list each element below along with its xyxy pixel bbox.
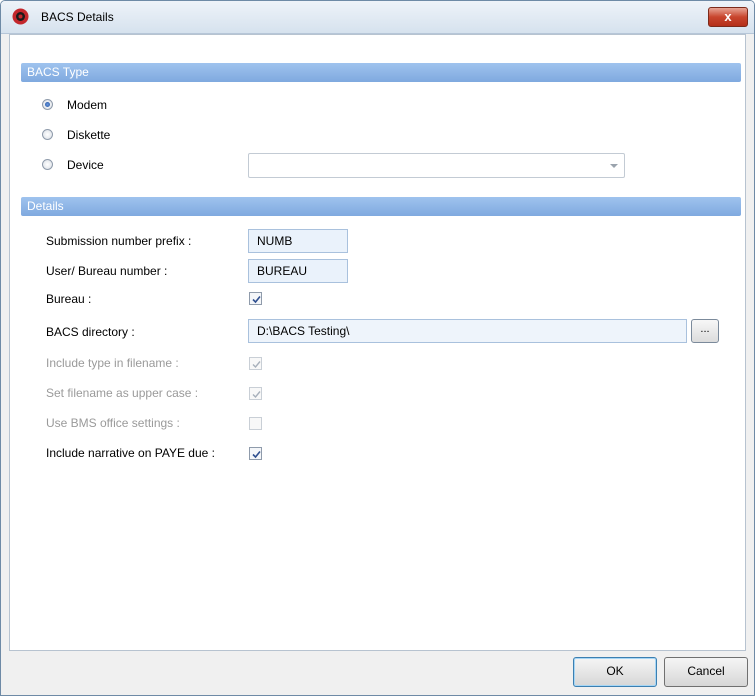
submission-prefix-label: Submission number prefix : <box>46 234 192 248</box>
app-logo-icon <box>12 8 29 25</box>
radio-selected-dot <box>45 102 50 107</box>
bacs-directory-input[interactable]: D:\BACS Testing\ <box>248 319 687 343</box>
window-title: BACS Details <box>41 10 114 24</box>
paye-narrative-label: Include narrative on PAYE due : <box>46 446 215 460</box>
checkmark-icon <box>252 361 261 369</box>
bureau-number-label: User/ Bureau number : <box>46 264 168 278</box>
section-header-bacs-type: BACS Type <box>21 63 741 82</box>
close-button[interactable]: x <box>708 7 748 27</box>
radio-modem-label[interactable]: Modem <box>67 98 107 112</box>
browse-button[interactable]: ... <box>691 319 719 343</box>
title-bar: BACS Details x <box>1 1 754 34</box>
checkmark-icon <box>252 391 261 399</box>
upper-case-label: Set filename as upper case : <box>46 386 199 400</box>
chevron-down-icon <box>610 164 618 168</box>
radio-device-label[interactable]: Device <box>67 158 104 172</box>
radio-device[interactable] <box>42 159 53 170</box>
radio-modem[interactable] <box>42 99 53 110</box>
radio-diskette[interactable] <box>42 129 53 140</box>
upper-case-checkbox[interactable] <box>249 387 262 400</box>
bacs-details-dialog: BACS Details x BACS Type Modem Diskette … <box>0 0 755 696</box>
section-header-details: Details <box>21 197 741 216</box>
bacs-directory-label: BACS directory : <box>46 325 135 339</box>
cancel-button[interactable]: Cancel <box>664 657 748 687</box>
bms-office-label: Use BMS office settings : <box>46 416 180 430</box>
bureau-checkbox[interactable] <box>249 292 262 305</box>
close-icon: x <box>724 9 732 24</box>
ok-button[interactable]: OK <box>573 657 657 687</box>
submission-prefix-input[interactable]: NUMB <box>248 229 348 253</box>
device-dropdown[interactable] <box>248 153 625 178</box>
include-type-label: Include type in filename : <box>46 356 179 370</box>
bms-office-checkbox[interactable] <box>249 417 262 430</box>
paye-narrative-checkbox[interactable] <box>249 447 262 460</box>
bureau-label: Bureau : <box>46 292 92 306</box>
radio-diskette-label[interactable]: Diskette <box>67 128 110 142</box>
bureau-number-input[interactable]: BUREAU <box>248 259 348 283</box>
checkmark-icon <box>252 450 261 459</box>
include-type-checkbox[interactable] <box>249 357 262 370</box>
checkmark-icon <box>252 295 261 304</box>
